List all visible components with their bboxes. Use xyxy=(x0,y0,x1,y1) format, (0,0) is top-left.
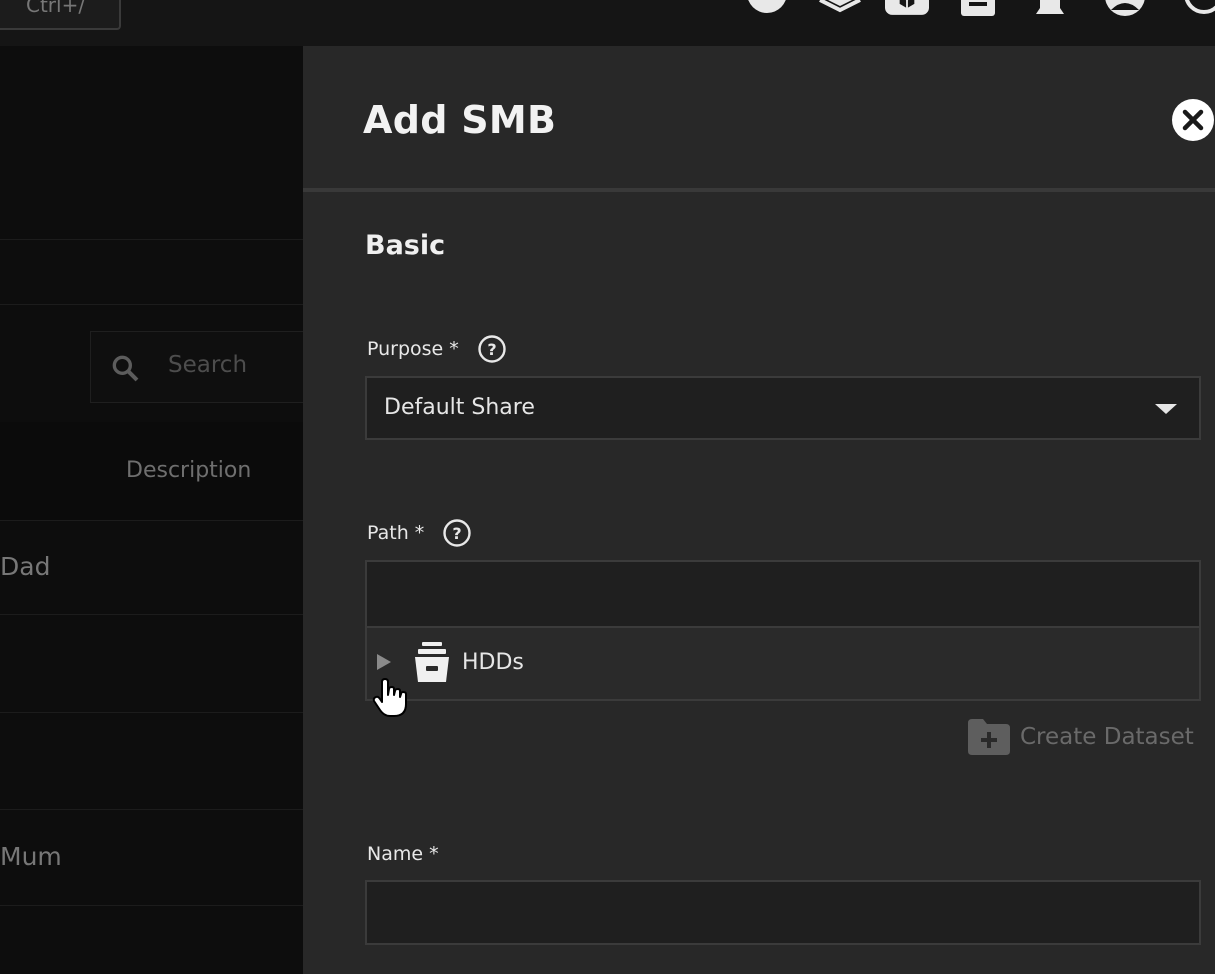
svg-text:?: ? xyxy=(453,524,462,543)
divider xyxy=(0,712,303,713)
purpose-select-value: Default Share xyxy=(384,395,535,420)
truecommand-icon[interactable] xyxy=(745,0,789,20)
create-dataset-label: Create Dataset xyxy=(1020,724,1194,750)
help-icon[interactable]: ? xyxy=(477,334,507,364)
add-smb-panel: Add SMB Basic Purpose * ? Default Share … xyxy=(303,46,1215,974)
divider xyxy=(0,809,303,810)
purpose-label-text: Purpose * xyxy=(367,338,459,360)
name-label: Name * xyxy=(367,843,439,865)
notifications-icon[interactable] xyxy=(1030,0,1070,20)
close-icon xyxy=(1182,109,1204,131)
panel-header: Add SMB xyxy=(303,46,1215,192)
divider xyxy=(0,520,303,521)
divider xyxy=(0,905,303,906)
purpose-select[interactable]: Default Share xyxy=(365,376,1201,440)
svg-text:?: ? xyxy=(487,340,496,359)
divider xyxy=(0,614,303,615)
expand-toggle-icon[interactable] xyxy=(377,654,391,670)
create-dataset-button[interactable]: Create Dataset xyxy=(968,719,1194,755)
table-column-header: Description xyxy=(0,422,303,520)
table-row: Mum xyxy=(0,842,62,871)
path-input[interactable] xyxy=(365,560,1201,628)
divider xyxy=(0,304,303,305)
tree-node-label: HDDs xyxy=(462,650,524,675)
search-icon xyxy=(112,355,139,382)
close-button[interactable] xyxy=(1172,99,1214,141)
column-description: Description xyxy=(126,458,252,483)
path-explorer-tree: HDDs xyxy=(365,628,1201,701)
apps-icon[interactable] xyxy=(885,0,929,20)
panel-title: Add SMB xyxy=(363,98,557,142)
help-icon[interactable]: ? xyxy=(442,518,472,548)
path-label-text: Path * xyxy=(367,522,425,544)
purpose-label: Purpose * ? xyxy=(367,334,507,364)
jobs-icon[interactable] xyxy=(818,0,862,20)
section-title-basic: Basic xyxy=(365,230,446,261)
name-input[interactable] xyxy=(365,880,1201,945)
table-row: Dad xyxy=(0,552,51,581)
create-folder-icon xyxy=(968,719,1010,755)
keyboard-shortcut-hint: Ctrl+/ xyxy=(0,0,121,30)
top-bar: Ctrl+/ xyxy=(0,0,1215,46)
account-icon[interactable] xyxy=(1103,0,1147,20)
hand-cursor-icon xyxy=(372,678,407,717)
background-page: Search Description Dad Mum xyxy=(0,46,330,974)
directory-services-icon[interactable] xyxy=(958,0,998,20)
divider xyxy=(0,239,303,240)
pool-icon xyxy=(413,642,451,684)
search-placeholder: Search xyxy=(168,352,248,378)
power-icon[interactable] xyxy=(1180,0,1215,20)
chevron-down-icon xyxy=(1155,404,1177,414)
background-search-input: Search xyxy=(90,331,330,403)
path-label: Path * ? xyxy=(367,518,472,548)
name-label-text: Name * xyxy=(367,843,439,865)
